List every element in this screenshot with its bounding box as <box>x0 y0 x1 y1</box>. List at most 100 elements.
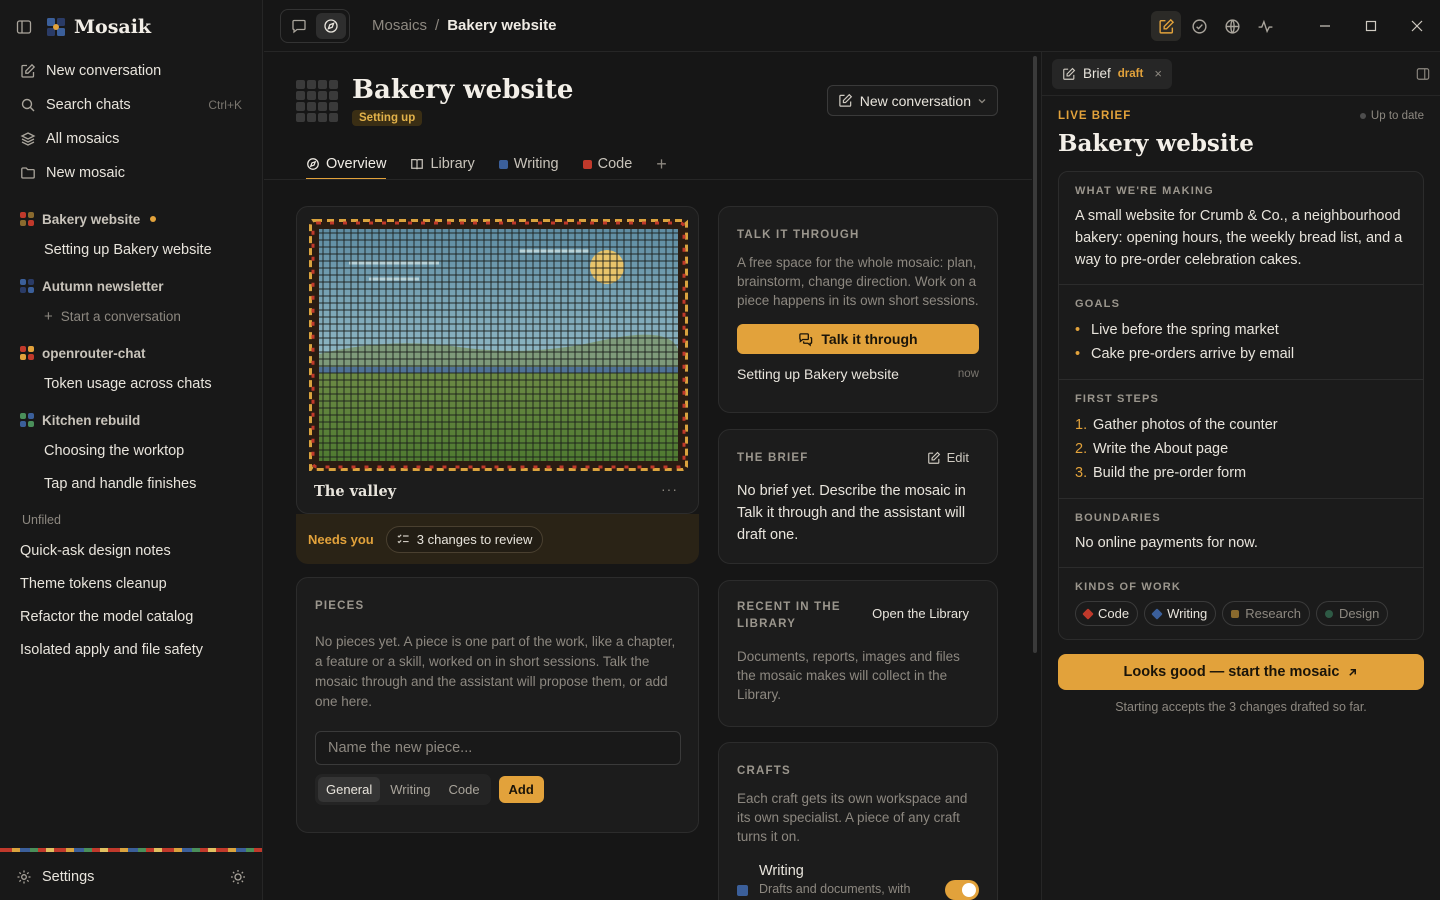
minimize-icon[interactable] <box>1302 0 1348 52</box>
mosaic-group-openrouter[interactable]: openrouter-chat <box>10 339 252 367</box>
new-piece-input[interactable] <box>315 731 681 765</box>
sidebar-toggle-icon[interactable] <box>16 19 32 35</box>
page-title: Bakery website <box>352 75 574 105</box>
type-code[interactable]: Code <box>440 777 487 802</box>
tab-code[interactable]: Code <box>582 148 633 180</box>
edit-label: Edit <box>946 450 969 465</box>
start-mosaic-button[interactable]: Looks good — start the mosaic <box>1058 654 1424 690</box>
unfiled-item[interactable]: Quick-ask design notes <box>10 534 252 567</box>
tab-label: Code <box>597 156 633 172</box>
start-label: Looks good — start the mosaic <box>1123 664 1340 680</box>
kind-label: Design <box>1338 606 1380 621</box>
breadcrumb-root[interactable]: Mosaics <box>372 17 427 34</box>
talk-card: TALK IT THROUGH A free space for the who… <box>718 206 998 413</box>
new-conversation-nav[interactable]: New conversation <box>10 54 252 88</box>
nav-label: All mosaics <box>46 131 120 147</box>
tab-overview[interactable]: Overview <box>306 148 386 180</box>
main-scrollbar[interactable] <box>1033 56 1037 653</box>
conversation-item[interactable]: Setting up Bakery website <box>10 233 252 266</box>
close-tab-icon[interactable]: × <box>1154 66 1162 81</box>
globe-icon[interactable] <box>1217 11 1247 41</box>
compass-view-icon[interactable] <box>316 12 346 39</box>
shortcut-hint: Ctrl+K <box>208 98 242 112</box>
close-window-icon[interactable] <box>1394 0 1440 52</box>
kind-chip-code[interactable]: Code <box>1075 601 1139 626</box>
cover-title: The valley <box>314 483 397 500</box>
piece-type-selector: General Writing Code <box>315 774 491 805</box>
cover-image[interactable] <box>309 219 688 471</box>
open-library-link[interactable]: Open the Library <box>872 606 969 621</box>
kind-chip-design[interactable]: Design <box>1315 601 1389 626</box>
crafts-description: Each craft gets its own workspace and it… <box>737 791 968 844</box>
type-writing[interactable]: Writing <box>382 777 438 802</box>
start-conversation-label: Start a conversation <box>60 309 181 324</box>
mosaic-groups: Bakery website Setting up Bakery website… <box>10 205 252 666</box>
library-card-header: RECENT IN THE LIBRARY Open the Library <box>737 599 979 633</box>
folder-icon <box>20 165 36 181</box>
conversation-item[interactable]: Choosing the worktop <box>10 434 252 467</box>
add-tab-plus-icon[interactable]: + <box>656 148 667 180</box>
craft-toggle[interactable] <box>945 880 979 900</box>
brief-tab[interactable]: Brief draft × <box>1052 58 1172 89</box>
brief-section-goals: GOALS • Live before the spring market • Ca… <box>1059 285 1423 380</box>
goal-item: • Cake pre-orders arrive by email <box>1075 342 1407 366</box>
conversation-item[interactable]: Token usage across chats <box>10 367 252 400</box>
brief-section-boundaries: BOUNDARIES No online payments for now. <box>1059 499 1423 568</box>
edit-icon <box>927 451 941 465</box>
cover-card: The valley ··· <box>296 206 699 514</box>
unfiled-item[interactable]: Refactor the model catalog <box>10 600 252 633</box>
all-mosaics-nav[interactable]: All mosaics <box>10 122 252 156</box>
talk-heading: TALK IT THROUGH <box>737 229 860 241</box>
sun-icon[interactable] <box>230 869 246 885</box>
sidebar-footer: Settings <box>0 860 262 894</box>
brief-panel-icon[interactable] <box>1151 11 1181 41</box>
craft-color-square <box>737 885 748 896</box>
kind-chip-research[interactable]: Research <box>1222 601 1310 626</box>
check-circle-icon[interactable] <box>1184 11 1214 41</box>
talk-it-through-button[interactable]: Talk it through <box>737 324 979 354</box>
recent-conversation[interactable]: Setting up Bakery website now <box>737 366 979 382</box>
making-text: A small website for Crumb & Co., a neigh… <box>1075 208 1403 268</box>
new-mosaic-nav[interactable]: New mosaic <box>10 156 252 190</box>
gear-icon[interactable] <box>16 869 32 885</box>
mosaic-overview: Bakery website Setting up New conversati… <box>264 52 1032 900</box>
maximize-icon[interactable] <box>1348 0 1394 52</box>
tab-writing[interactable]: Writing <box>498 148 559 180</box>
pieces-heading: PIECES <box>315 600 365 612</box>
mosaic-group-bakery[interactable]: Bakery website <box>10 205 252 233</box>
add-piece-button[interactable]: Add <box>498 776 544 803</box>
code-color-square <box>582 159 592 169</box>
mosaic-group-autumn[interactable]: Autumn newsletter <box>10 272 252 300</box>
status-badge: Setting up <box>352 110 423 126</box>
kind-chip-writing[interactable]: Writing <box>1144 601 1217 626</box>
edit-icon <box>1062 67 1076 81</box>
draft-badge: draft <box>1117 67 1144 80</box>
settings-link[interactable]: Settings <box>42 869 94 885</box>
type-general[interactable]: General <box>318 777 381 802</box>
search-chats-nav[interactable]: Search chats Ctrl+K <box>10 88 252 122</box>
brief-section-steps: FIRST STEPS 1. Gather photos of the count… <box>1059 380 1423 499</box>
chat-view-icon[interactable] <box>284 13 314 39</box>
sync-status: Up to date <box>1359 110 1424 122</box>
review-changes-button[interactable]: 3 changes to review <box>385 525 544 553</box>
edit-brief-button[interactable]: Edit <box>927 450 969 465</box>
conversation-item[interactable]: Tap and handle finishes <box>10 467 252 500</box>
mosaic-icon <box>20 279 34 293</box>
unfiled-item[interactable]: Isolated apply and file safety <box>10 633 252 666</box>
brief-panel: Brief draft × LIVE BRIEF Up to date Bake… <box>1041 52 1440 900</box>
start-conversation-item[interactable]: + Start a conversation <box>10 300 252 333</box>
new-conversation-button[interactable]: New conversation <box>826 85 998 116</box>
mosaic-group-kitchen[interactable]: Kitchen rebuild <box>10 406 252 434</box>
top-bar: Mosaics / Bakery website <box>264 0 1440 52</box>
activity-icon[interactable] <box>1250 11 1280 41</box>
unfiled-heading: Unfiled <box>22 513 61 527</box>
app-logo: Mosaik <box>46 16 151 38</box>
mosaic-avatar <box>296 80 338 122</box>
talk-description: A free space for the whole mosaic: plan,… <box>737 255 979 308</box>
more-options-icon[interactable]: ··· <box>661 481 678 497</box>
edit-icon <box>838 93 854 109</box>
panel-layout-icon[interactable] <box>1416 67 1430 81</box>
tab-label: Library <box>430 156 475 172</box>
tab-library[interactable]: Library <box>410 148 475 180</box>
unfiled-item[interactable]: Theme tokens cleanup <box>10 567 252 600</box>
